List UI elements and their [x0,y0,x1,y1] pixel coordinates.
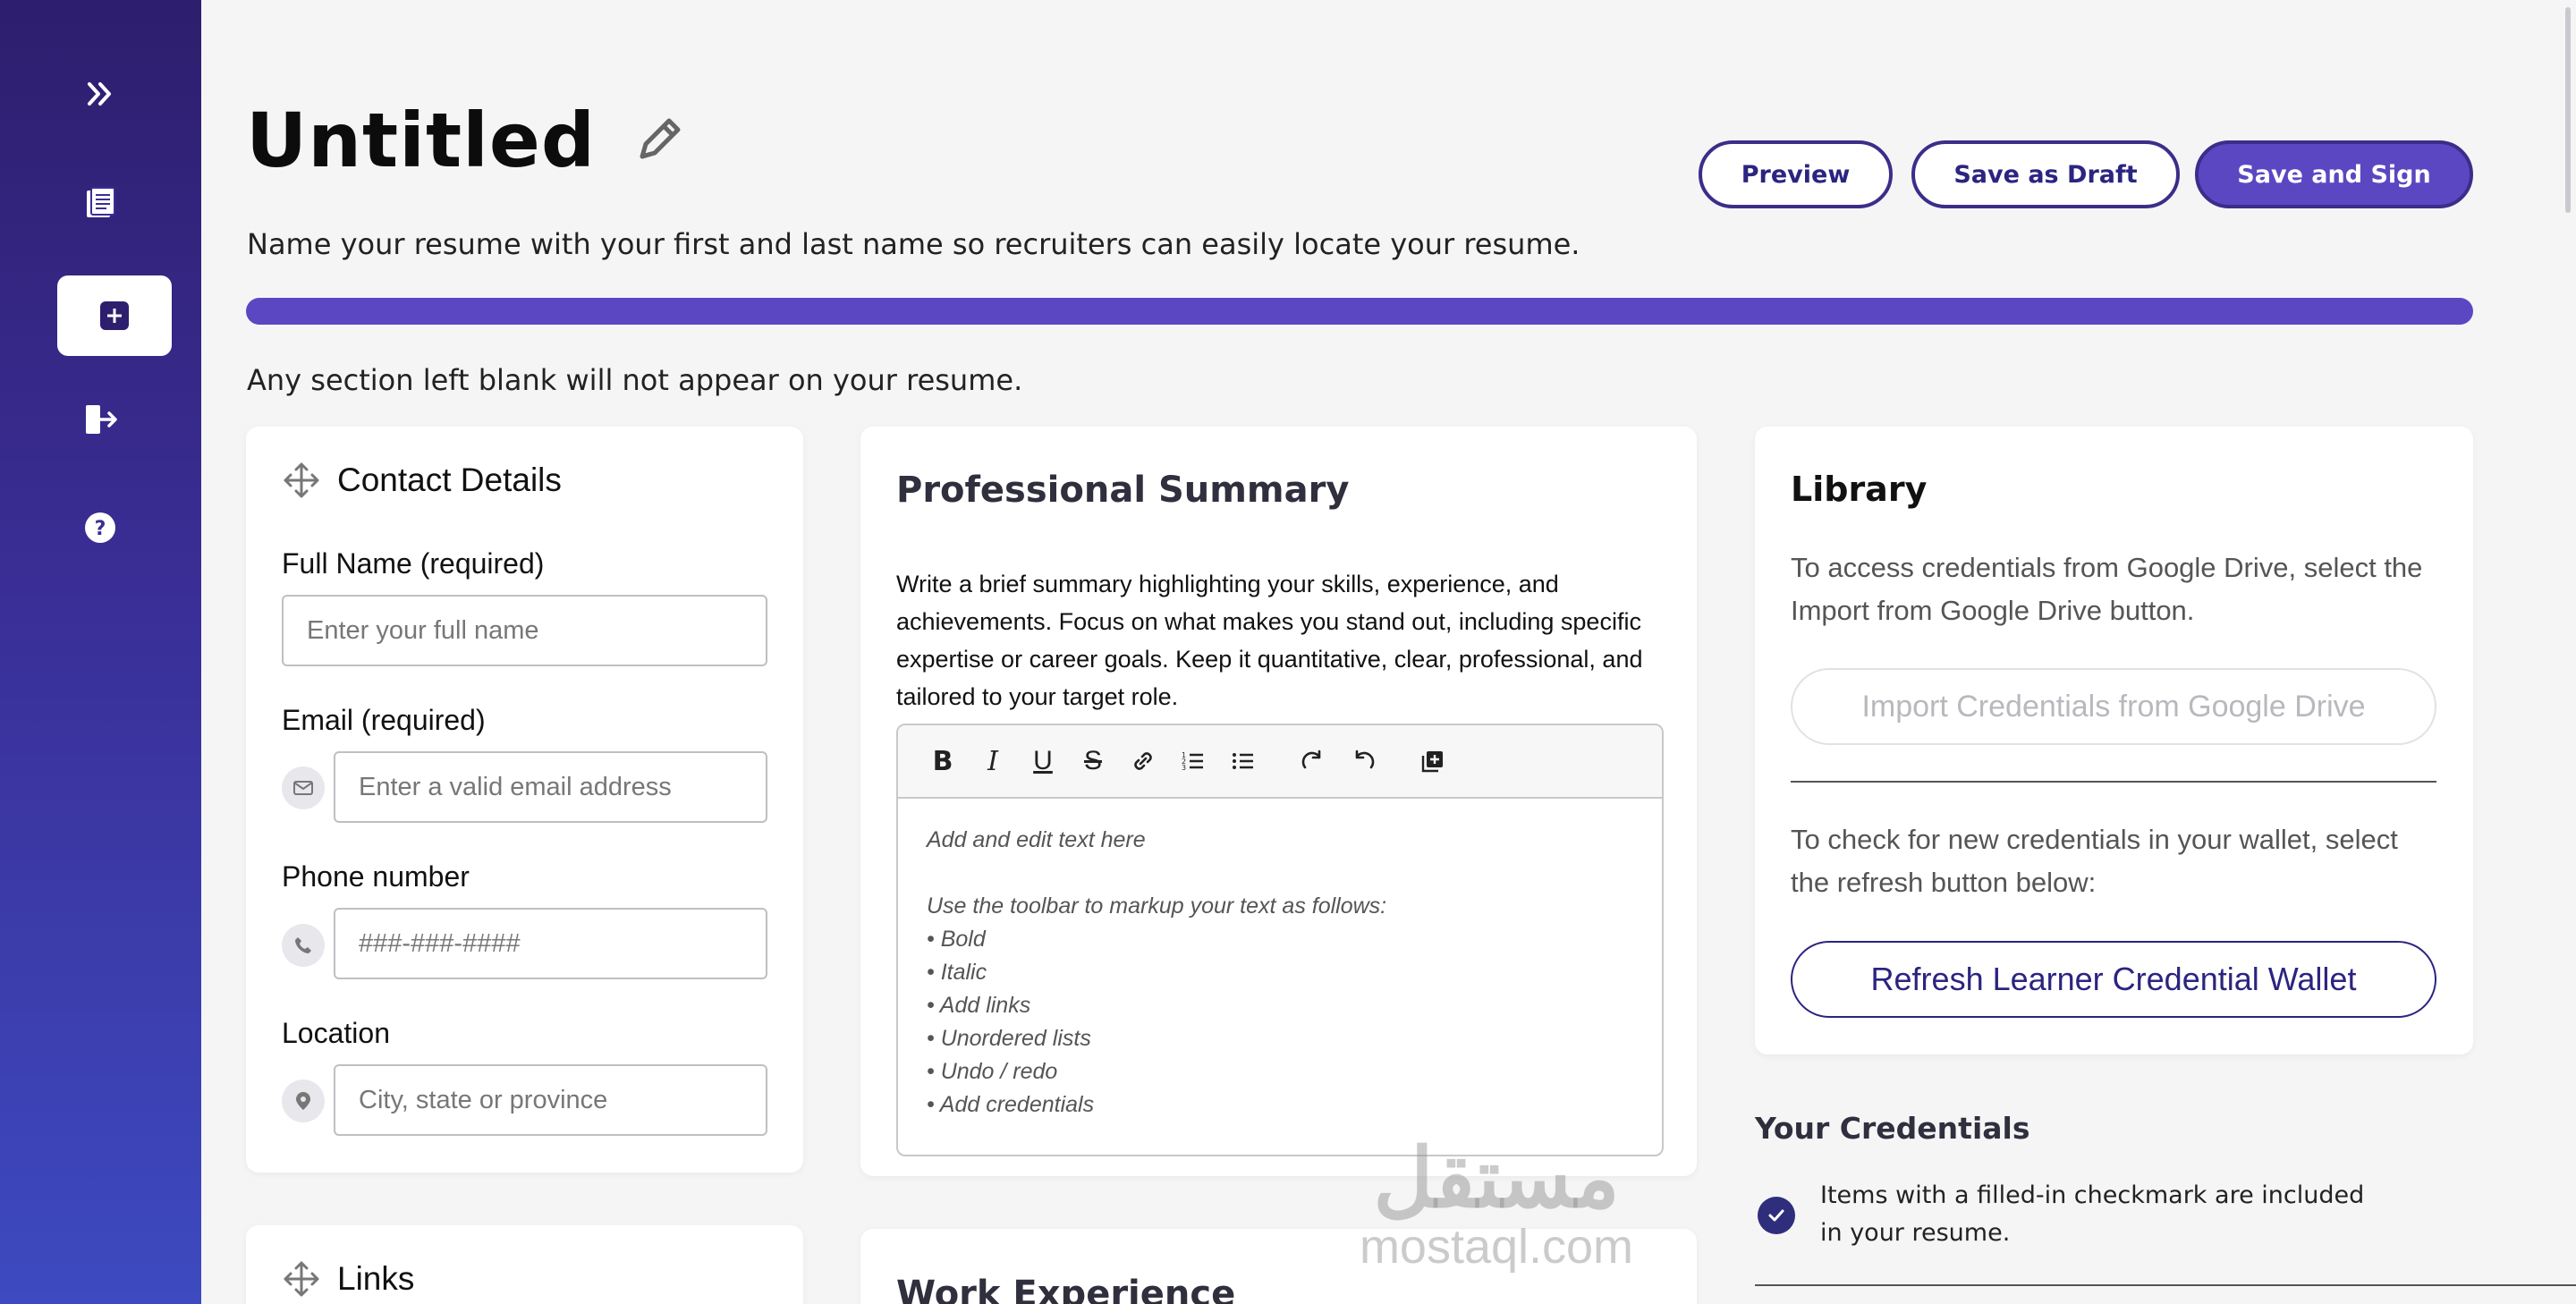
contact-heading-label: Contact Details [337,461,562,498]
location-label: Location [282,1017,390,1049]
editor-line: • Undo / redo [927,1059,1058,1084]
editor-line: • Unordered lists [927,1026,1091,1051]
link-icon[interactable] [1123,741,1163,781]
page-title: Untitled [246,97,597,184]
title-row: Untitled [246,97,687,184]
sidebar-item-logout[interactable] [57,379,143,460]
main-content: Untitled Preview Save as Draft Save and … [201,0,2576,1304]
envelope-icon [293,781,313,795]
editor-line: • Add links [927,993,1031,1018]
phone-icon [295,937,311,953]
editor-line: Use the toolbar to markup your text as f… [927,893,1387,919]
editor-content[interactable]: Add and edit text here Use the toolbar t… [898,799,1662,1147]
save-draft-button[interactable]: Save as Draft [1911,140,2180,208]
credentials-divider [1755,1284,2576,1286]
refresh-wallet-button[interactable]: Refresh Learner Credential Wallet [1791,941,2436,1018]
email-input[interactable]: Enter a valid email address [334,751,767,823]
work-heading: Work Experience [896,1274,1236,1304]
checkmark-icon [1758,1197,1795,1234]
summary-heading: Professional Summary [896,470,1350,511]
bold-icon[interactable]: B [923,741,962,781]
your-credentials-heading: Your Credentials [1755,1111,2030,1146]
strikethrough-icon[interactable]: S [1073,741,1113,781]
links-card: Links [246,1225,803,1304]
work-experience-card: Work Experience [860,1229,1697,1304]
sidebar-item-new-resume[interactable] [57,275,172,356]
location-icon-wrap [282,1080,325,1122]
library-import-text: To access credentials from Google Drive,… [1791,552,2423,626]
blank-section-notice: Any section left blank will not appear o… [247,363,1023,397]
library-heading: Library [1791,470,1928,509]
credentials-note: Items with a filled-in checkmark are inc… [1820,1181,2365,1247]
pencil-icon[interactable] [630,112,687,169]
editor-line: • Italic [927,960,987,985]
sidebar: ? [0,0,201,1304]
svg-text:3: 3 [1182,764,1186,772]
svg-text:?: ? [95,518,106,540]
phone-label: Phone number [282,860,470,893]
progress-bar [246,298,2473,325]
scrollbar-thumb[interactable] [2565,7,2571,213]
underline-icon[interactable]: U [1023,741,1063,781]
preview-button[interactable]: Preview [1699,140,1893,208]
italic-icon[interactable]: I [973,741,1013,781]
page-subtitle: Name your resume with your first and las… [247,227,1580,261]
plus-square-icon [100,301,129,330]
location-input[interactable]: City, state or province [334,1064,767,1136]
add-credential-icon[interactable] [1413,741,1453,781]
unordered-list-icon[interactable] [1224,741,1263,781]
ordered-list-icon[interactable]: 123 [1174,741,1213,781]
library-divider [1791,781,2436,783]
professional-summary-card: Professional Summary Write a brief summa… [860,427,1697,1176]
contact-heading: Contact Details [282,461,562,500]
editor-line: Add and edit text here [927,827,1146,852]
summary-description: Write a brief summary highlighting your … [896,571,1643,710]
double-chevron-right-icon [88,82,111,106]
logout-icon [86,405,117,434]
rich-text-editor[interactable]: B I U S 123 Add and edit text here Use t… [896,724,1664,1156]
undo-icon[interactable] [1343,741,1383,781]
document-icon [87,187,115,217]
move-handle-icon[interactable] [282,1259,321,1299]
editor-line: • Add credentials [927,1092,1095,1117]
library-refresh-text: To check for new credentials in your wal… [1791,824,2398,898]
links-heading: Links [282,1259,414,1299]
map-pin-icon [296,1092,310,1110]
redo-icon[interactable] [1293,741,1333,781]
move-handle-icon[interactable] [282,461,321,500]
full-name-label: Full Name (required) [282,547,545,580]
save-and-sign-button[interactable]: Save and Sign [2195,140,2473,208]
full-name-input[interactable]: Enter your full name [282,595,767,666]
email-label: Email (required) [282,704,486,736]
sidebar-item-documents[interactable] [57,163,143,243]
sidebar-item-help[interactable]: ? [57,487,143,568]
contact-details-card: Contact Details Full Name (required) Ent… [246,427,803,1173]
links-heading-label: Links [337,1260,415,1297]
library-card: Library To access credentials from Googl… [1755,427,2473,1054]
phone-icon-wrap [282,924,325,967]
email-icon-wrap [282,766,325,809]
editor-toolbar: B I U S 123 [898,725,1662,799]
import-google-drive-button[interactable]: Import Credentials from Google Drive [1791,668,2436,745]
editor-line: • Bold [927,927,986,952]
phone-input[interactable]: ###-###-#### [334,908,767,979]
help-icon: ? [85,512,115,543]
expand-sidebar-button[interactable] [57,54,143,134]
